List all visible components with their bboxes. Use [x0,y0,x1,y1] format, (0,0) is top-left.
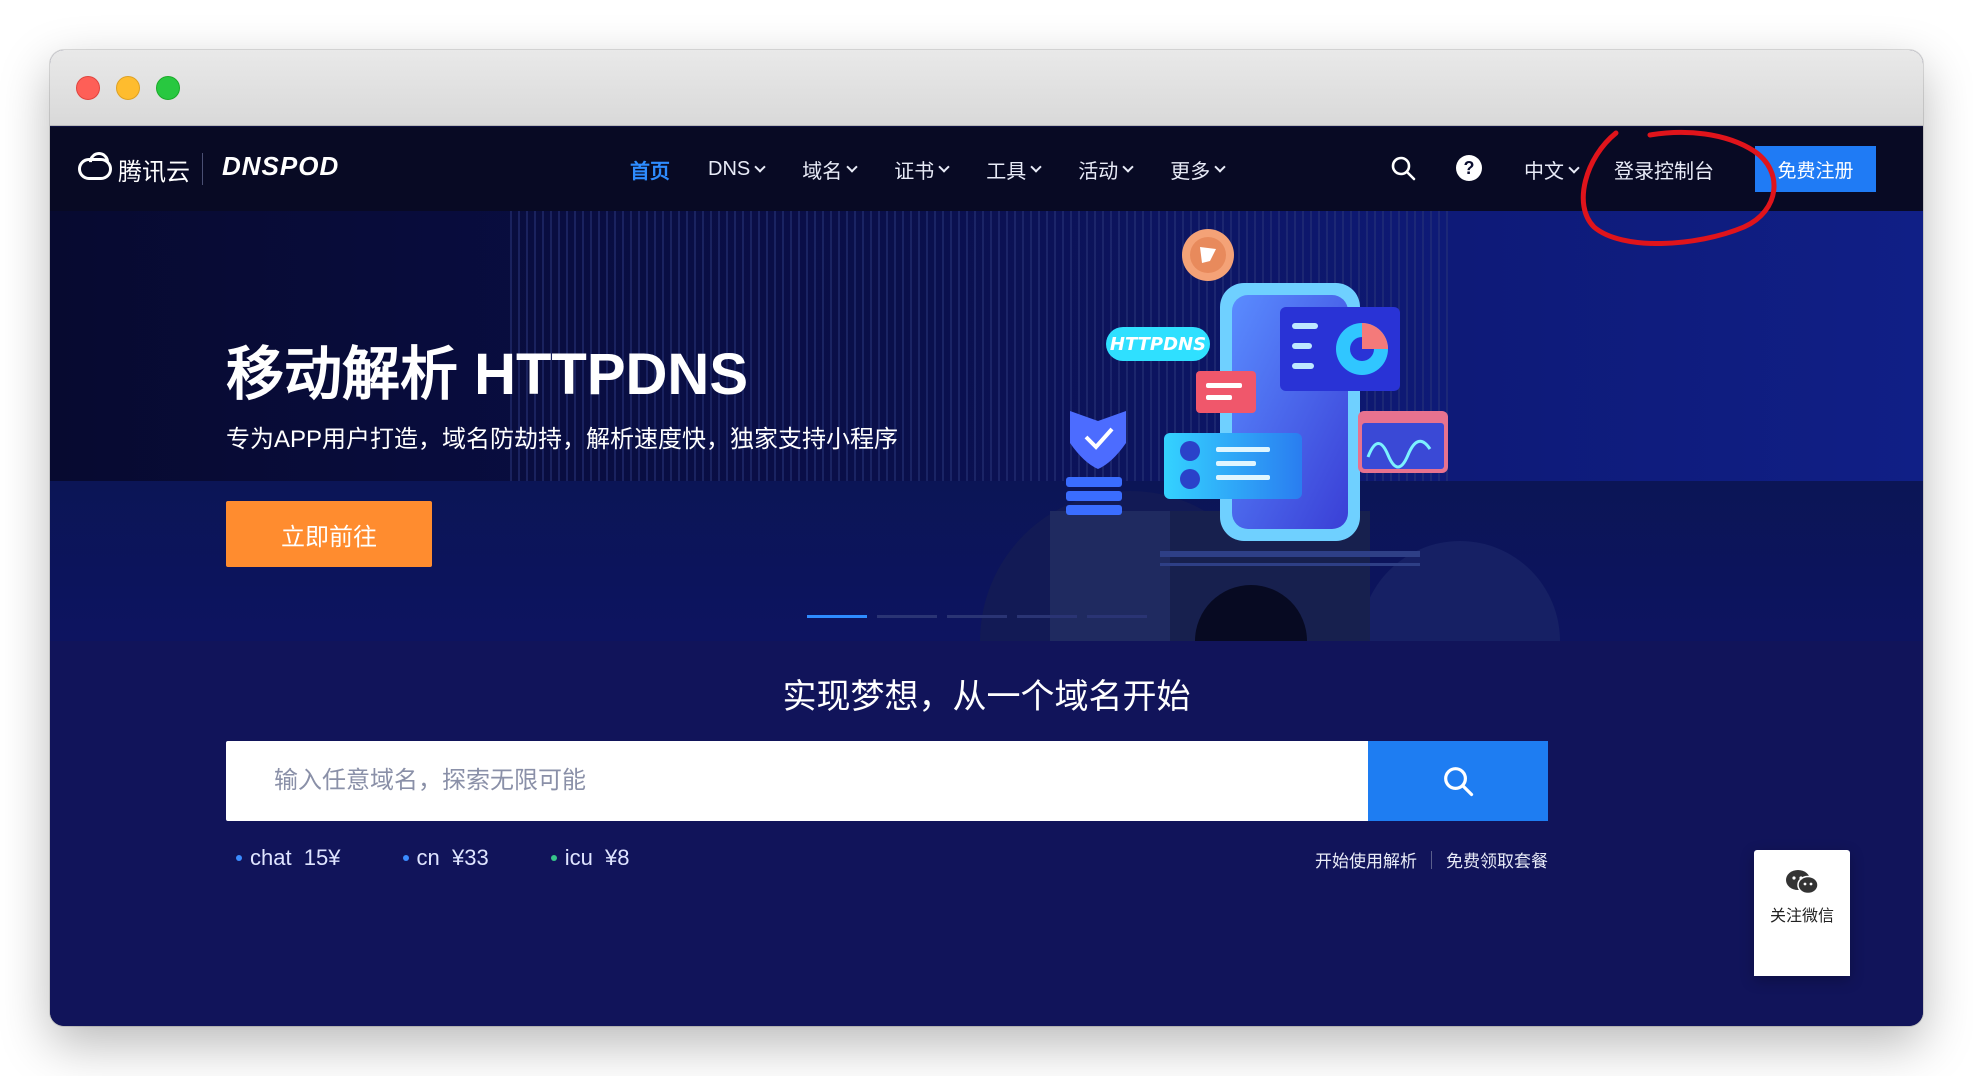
help-icon[interactable]: ? [1456,155,1482,181]
nav-item-home[interactable]: 首页 [630,155,670,184]
web-page: HTTPDNS 移动解析 HTTPDNS 专为APP用户打造，域名防劫持，解析速… [50,127,1923,1026]
top-navigation-bar: 腾讯云 DNSPOD 首页 DNS 域名 证书 工具 活动 更多 ? 中文 登录… [50,127,1923,211]
nav-item-domain[interactable]: 域名 [802,155,858,184]
go-now-button[interactable]: 立即前往 [226,501,432,567]
search-icon [1444,767,1474,797]
cloud-icon [78,158,112,180]
hero-illustration: HTTPDNS [980,229,1560,641]
language-selector[interactable]: 中文 [1524,155,1580,184]
wechat-icon [1786,870,1819,895]
free-package-link[interactable]: 免费领取套餐 [1446,847,1548,872]
link-divider [1431,850,1432,869]
chevron-down-icon [1214,161,1226,173]
carousel-dot-4[interactable] [1017,615,1077,618]
carousel-dot-2[interactable] [877,615,937,618]
carousel-dot-1[interactable] [807,615,867,618]
chevron-down-icon [938,161,950,173]
nav-item-tools[interactable]: 工具 [986,155,1042,184]
search-icon[interactable] [1390,155,1416,181]
bullet-icon [402,855,409,861]
follow-wechat-widget[interactable]: 关注微信 [1754,850,1850,976]
maximize-window-button[interactable] [156,76,180,100]
tencent-cloud-logo[interactable]: 腾讯云 [78,149,190,189]
close-window-button[interactable] [76,76,100,100]
main-nav: 首页 DNS 域名 证书 工具 活动 更多 [630,127,1262,211]
dnspod-logo[interactable]: DNSPOD [222,151,339,182]
minimize-window-button[interactable] [116,76,140,100]
logo-divider [202,153,203,185]
domain-search-button[interactable] [1368,741,1548,821]
tld-item-cn[interactable]: cn ¥33 [402,845,489,871]
bullet-icon [236,855,242,861]
tencent-cloud-brand: 腾讯云 [118,158,190,186]
tld-item-icu[interactable]: icu ¥8 [550,845,630,871]
bullet-icon [550,855,557,861]
chevron-down-icon [846,161,858,173]
quick-links: 开始使用解析 免费领取套餐 [1315,847,1548,872]
carousel-dot-5[interactable] [1087,615,1147,618]
wechat-label: 关注微信 [1769,908,1834,925]
hero-subtitle: 专为APP用户打造，域名防劫持，解析速度快，独家支持小程序 [226,426,899,453]
carousel-indicators [807,615,1147,618]
nav-item-certificate[interactable]: 证书 [894,155,950,184]
nav-item-dns[interactable]: DNS [708,158,766,181]
carousel-dot-3[interactable] [947,615,1007,618]
start-resolution-link[interactable]: 开始使用解析 [1315,847,1417,872]
browser-window: HTTPDNS 移动解析 HTTPDNS 专为APP用户打造，域名防劫持，解析速… [50,50,1923,1026]
hero-badge: HTTPDNS [1110,334,1206,355]
domain-search-section: 实现梦想，从一个域名开始 chat 15¥ cn ¥33 [50,641,1923,1026]
domain-search-box [226,741,1548,821]
tld-item-chat[interactable]: chat 15¥ [236,845,341,871]
hero-title: 移动解析 HTTPDNS [226,342,749,407]
window-titlebar [50,50,1923,126]
chevron-down-icon [1122,161,1134,173]
chevron-down-icon [1568,161,1580,174]
chevron-down-icon [754,161,766,173]
domain-section-title: 实现梦想，从一个域名开始 [782,678,1191,716]
language-label: 中文 [1524,161,1564,183]
domain-search-input[interactable] [226,741,1406,821]
nav-item-more[interactable]: 更多 [1170,155,1226,184]
tld-price-list: chat 15¥ cn ¥33 icu ¥8 [236,845,630,871]
hero-banner: HTTPDNS 移动解析 HTTPDNS 专为APP用户打造，域名防劫持，解析速… [50,211,1923,641]
chevron-down-icon [1030,161,1042,173]
nav-item-activities[interactable]: 活动 [1078,155,1134,184]
free-register-button[interactable]: 免费注册 [1755,146,1876,192]
login-console-link[interactable]: 登录控制台 [1614,155,1714,184]
